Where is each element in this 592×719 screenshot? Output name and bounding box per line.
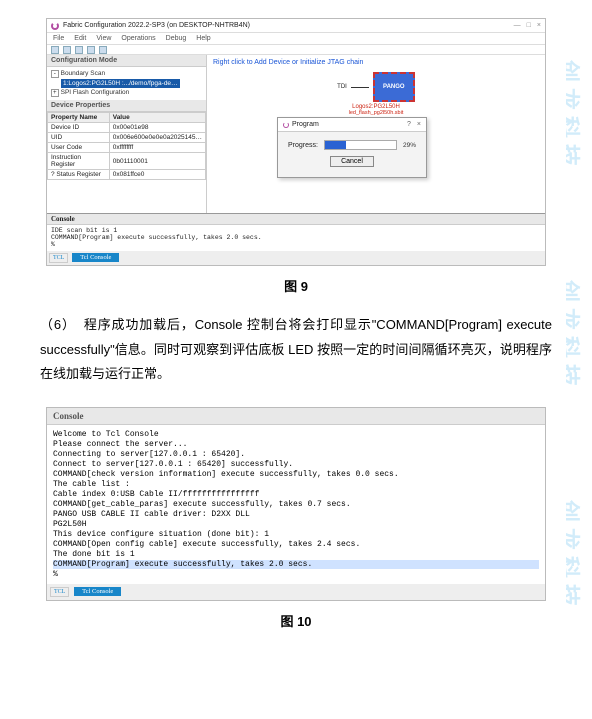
progress-label: Progress: bbox=[288, 142, 318, 149]
console-line: % bbox=[51, 241, 541, 248]
col-property: Property Name bbox=[48, 113, 110, 123]
console-line: This device configure situation (done bi… bbox=[53, 530, 539, 539]
app-icon bbox=[51, 22, 59, 30]
figure-caption-9: 图 9 bbox=[40, 276, 552, 295]
table-row: Instruction Register0b01110001 bbox=[48, 153, 206, 170]
console-header: Console bbox=[47, 214, 545, 225]
console-line: Connect to server[127.0.0.1 : 65420] suc… bbox=[53, 460, 539, 469]
dialog-close-button[interactable]: × bbox=[417, 121, 421, 128]
config-tree: -Boundary Scan 1:Logos2:PG2L50H :.../dem… bbox=[47, 67, 206, 100]
console-line: The cable list : bbox=[53, 480, 539, 489]
figure-caption-10: 图 10 bbox=[40, 611, 552, 630]
dialog-icon bbox=[283, 122, 289, 128]
device-properties-panel: Device Properties Property NameValue Dev… bbox=[47, 100, 206, 213]
program-dialog: Program ? × Progress: 29% Cancel bbox=[277, 117, 427, 178]
toolbar-icon[interactable] bbox=[75, 46, 83, 54]
expand-icon[interactable]: + bbox=[51, 89, 59, 97]
console-panel: Console IDE scan bit is 1 COMMAND[Progra… bbox=[47, 213, 545, 265]
console-line: Connecting to server[127.0.0.1 : 65420]. bbox=[53, 450, 539, 459]
tree-item[interactable]: -Boundary Scan bbox=[51, 70, 202, 78]
table-row: Device ID0x00e01e98 bbox=[48, 123, 206, 133]
menu-view[interactable]: View bbox=[96, 35, 111, 42]
table-row: User Code0xffffffff bbox=[48, 143, 206, 153]
menu-operations[interactable]: Operations bbox=[121, 35, 155, 42]
tdi-label: TDI bbox=[337, 84, 347, 90]
console-window-fig10: Console Welcome to Tcl ConsolePlease con… bbox=[46, 407, 546, 601]
app-window-fig9: Fabric Configuration 2022.2-SP3 (on DESK… bbox=[46, 18, 546, 266]
dialog-help-button[interactable]: ? bbox=[407, 121, 411, 128]
console-line: IDE scan bit is 1 bbox=[51, 227, 541, 234]
tcl-console-tab[interactable]: Tcl Console bbox=[72, 253, 119, 262]
tree-item[interactable]: 1:Logos2:PG2L50H :.../demo/fpga-de… bbox=[51, 79, 202, 88]
device-chip[interactable]: PANGO bbox=[373, 72, 415, 102]
console-line: Cable index 0:USB Cable II/fffffffffffff… bbox=[53, 490, 539, 499]
watermark: 创龙科技 创龙科技 创龙科技 bbox=[566, 0, 592, 678]
console-line: The done bit is 1 bbox=[53, 550, 539, 559]
collapse-icon[interactable]: - bbox=[51, 70, 59, 78]
console-line: COMMAND[Program] execute successfully, t… bbox=[51, 234, 541, 241]
tcl-console-tab[interactable]: Tcl Console bbox=[74, 587, 121, 596]
console-line: COMMAND[check version information] execu… bbox=[53, 470, 539, 479]
jtag-stage[interactable]: Right click to Add Device or Initialize … bbox=[207, 55, 545, 213]
menu-help[interactable]: Help bbox=[196, 35, 210, 42]
maximize-button[interactable]: □ bbox=[527, 22, 531, 29]
step-paragraph: （6）程序成功加载后，Console 控制台将会打印显示"COMMAND[Pro… bbox=[40, 313, 552, 387]
menubar: File Edit View Operations Debug Help bbox=[47, 33, 545, 45]
tcl-badge: TCL bbox=[50, 587, 69, 597]
tcl-badge: TCL bbox=[49, 253, 68, 263]
minimize-button[interactable]: — bbox=[514, 22, 521, 29]
menu-file[interactable]: File bbox=[53, 35, 64, 42]
toolbar-icon[interactable] bbox=[51, 46, 59, 54]
titlebar: Fabric Configuration 2022.2-SP3 (on DESK… bbox=[47, 19, 545, 33]
tree-item[interactable]: +SPI Flash Configuration bbox=[51, 89, 202, 97]
properties-header: Device Properties bbox=[47, 100, 206, 112]
console-line: PANGO USB CABLE II cable driver: D2XX DL… bbox=[53, 510, 539, 519]
console-line: Please connect the server... bbox=[53, 440, 539, 449]
console-prompt: % bbox=[53, 570, 539, 579]
console-line: COMMAND[Open config cable] execute succe… bbox=[53, 540, 539, 549]
console-body[interactable]: IDE scan bit is 1 COMMAND[Program] execu… bbox=[47, 225, 545, 251]
config-tree-header: Configuration Mode bbox=[47, 55, 206, 67]
toolbar-icon[interactable] bbox=[63, 46, 71, 54]
console-line: Welcome to Tcl Console bbox=[53, 430, 539, 439]
close-button[interactable]: × bbox=[537, 22, 541, 29]
menu-debug[interactable]: Debug bbox=[166, 35, 187, 42]
dialog-title: Program bbox=[292, 121, 319, 128]
col-value: Value bbox=[109, 113, 205, 123]
progress-bar bbox=[324, 140, 397, 150]
toolbar-icon[interactable] bbox=[87, 46, 95, 54]
console-line: COMMAND[get_cable_paras] execute success… bbox=[53, 500, 539, 509]
console-line: PG2L50H bbox=[53, 520, 539, 529]
console-header: Console bbox=[47, 408, 545, 425]
window-title: Fabric Configuration 2022.2-SP3 (on DESK… bbox=[63, 22, 250, 29]
stage-hint: Right click to Add Device or Initialize … bbox=[213, 59, 545, 66]
toolbar-icon[interactable] bbox=[99, 46, 107, 54]
step-number: （6） bbox=[40, 317, 76, 332]
progress-percent: 29% bbox=[403, 142, 416, 149]
table-row: ? Status Register0x081ffce0 bbox=[48, 170, 206, 180]
menu-edit[interactable]: Edit bbox=[74, 35, 86, 42]
step-text: 程序成功加载后，Console 控制台将会打印显示"COMMAND[Progra… bbox=[40, 317, 552, 381]
table-row: UID0x006e600e0e0e0a2025145… bbox=[48, 133, 206, 143]
console-line-highlight: COMMAND[Program] execute successfully, t… bbox=[53, 560, 539, 569]
console-body[interactable]: Welcome to Tcl ConsolePlease connect the… bbox=[47, 425, 545, 584]
chip-label-2: led_flash_pg2l50h.sbit bbox=[349, 110, 404, 116]
cancel-button[interactable]: Cancel bbox=[330, 156, 374, 167]
toolbar bbox=[47, 45, 545, 55]
